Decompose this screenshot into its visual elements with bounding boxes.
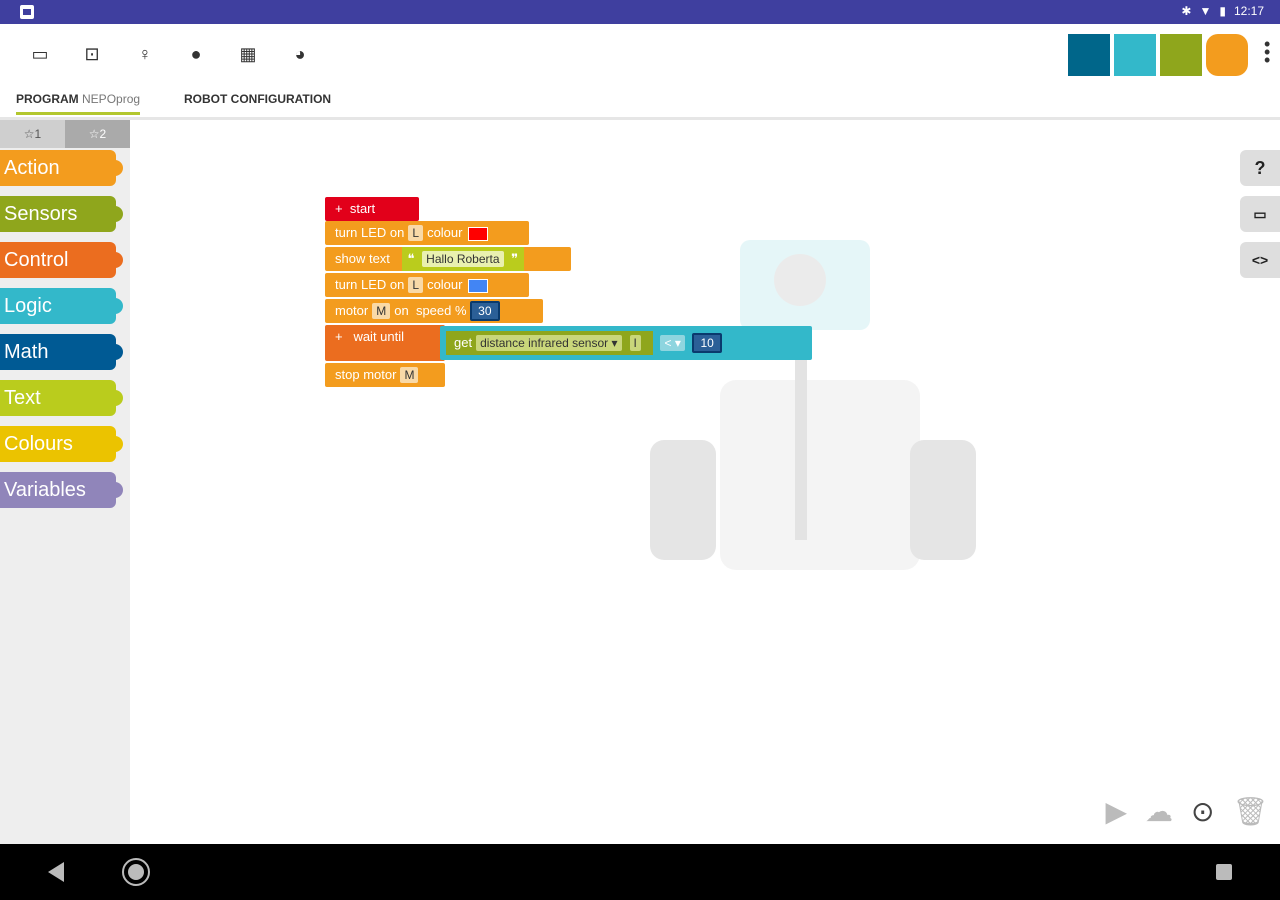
robot-icon[interactable]: ⊡ — [80, 42, 104, 66]
block-compare[interactable]: get distance infrared sensor ▾ I < ▾ 10 — [440, 326, 812, 360]
comment-button[interactable]: ▭ — [1240, 196, 1280, 232]
document-icon[interactable]: ▭ — [28, 42, 52, 66]
category-variables[interactable]: Variables — [0, 472, 123, 508]
level-one-tab[interactable]: ☆1 — [0, 120, 65, 148]
notification-icon — [20, 5, 34, 19]
category-text[interactable]: Text — [0, 380, 123, 416]
text-literal-value[interactable]: Hallo Roberta — [422, 251, 504, 267]
code-view-button[interactable]: <> — [1240, 242, 1280, 278]
recent-apps-icon[interactable] — [1216, 864, 1232, 880]
status-bar: ✱ ▼ ▮ 12:17 — [0, 0, 1280, 24]
top-toolbar: ▭ ⊡ ♀ ● ▦ ◕ • • • — [0, 24, 1280, 88]
nepo-logo — [1068, 34, 1248, 76]
category-math[interactable]: Math — [0, 334, 123, 370]
help-button[interactable]: ? — [1240, 150, 1280, 186]
stop-motor-port[interactable]: M — [400, 367, 419, 383]
block-motor-on[interactable]: motor Mon speed % 30 — [325, 299, 543, 323]
status-time: 12:17 — [1233, 4, 1264, 18]
logo-e — [1114, 34, 1156, 76]
tab-robot-configuration[interactable]: ROBOT CONFIGURATION — [184, 92, 331, 112]
android-nav-bar — [0, 844, 1280, 900]
block-start-label: start — [349, 201, 376, 216]
block-toolbox: ☆1 ☆2 Action Sensors Control Logic Math … — [0, 120, 130, 844]
block-stop-motor[interactable]: stop motor M — [325, 363, 445, 387]
tab-program[interactable]: PROGRAM NEPOprog — [16, 92, 141, 115]
language-icon[interactable]: ◕ — [288, 42, 312, 66]
block-wait-until[interactable]: + wait until — [325, 325, 445, 361]
bottom-tools: ▶ ☁ ⊙ 🗑 — [1105, 795, 1268, 828]
motor-label: motor — [335, 303, 369, 318]
sensor-dropdown-value: distance infrared sensor — [480, 336, 609, 350]
overflow-menu-icon[interactable]: • • • — [1264, 35, 1270, 69]
get-label: get — [454, 335, 473, 350]
logo-o — [1206, 34, 1248, 76]
led2-colour-swatch[interactable] — [468, 278, 489, 293]
sensor-dropdown[interactable]: distance infrared sensor ▾ — [476, 335, 622, 351]
level-tabs: ☆1 ☆2 — [0, 120, 130, 148]
wait-until-label: wait until — [353, 329, 405, 344]
robot-watermark-image — [650, 240, 976, 570]
tab-program-label: PROGRAM — [16, 92, 79, 106]
text-literal-block[interactable]: ❝ Hallo Roberta ❞ — [401, 247, 525, 271]
sensor-port[interactable]: I — [629, 335, 641, 351]
operator-value: < — [664, 336, 672, 350]
user-icon[interactable]: ● — [184, 42, 208, 66]
tab-program-name: NEPOprog — [82, 92, 141, 106]
block-turn-led-1[interactable]: turn LED on Lcolour — [325, 221, 529, 245]
led1-colour-label: colour — [427, 225, 463, 240]
led1-port[interactable]: L — [408, 225, 424, 241]
block-show-text[interactable]: show text ❝ Hallo Roberta ❞ — [325, 247, 571, 271]
status-icons: ✱ ▼ ▮ 12:17 — [1181, 4, 1264, 18]
block-turn-led-2[interactable]: turn LED on Lcolour — [325, 273, 529, 297]
editor-tabs: PROGRAM NEPOprog ROBOT CONFIGURATION — [0, 88, 1280, 120]
level-two-tab[interactable]: ☆2 — [65, 120, 130, 148]
compare-value[interactable]: 10 — [692, 333, 722, 353]
category-action[interactable]: Action — [0, 150, 123, 186]
zoom-icon[interactable]: ⊙ — [1191, 795, 1214, 828]
category-logic[interactable]: Logic — [0, 288, 123, 324]
category-sensors[interactable]: Sensors — [0, 196, 123, 232]
stop-label: stop — [335, 367, 360, 382]
cloud-upload-icon[interactable]: ☁ — [1145, 795, 1173, 828]
logo-p — [1160, 34, 1202, 76]
home-icon[interactable] — [122, 858, 150, 886]
operator-dropdown[interactable]: < ▾ — [660, 335, 685, 351]
stop-motor-label: motor — [363, 367, 397, 382]
led2-colour-label: colour — [427, 277, 463, 292]
wifi-icon: ▼ — [1199, 4, 1212, 18]
lightbulb-icon[interactable]: ♀ — [133, 42, 157, 66]
led1-label: turn LED on — [335, 225, 405, 240]
back-icon[interactable] — [48, 862, 64, 882]
trash-icon[interactable]: 🗑 — [1232, 795, 1268, 828]
bluetooth-icon: ✱ — [1181, 4, 1192, 18]
gallery-icon[interactable]: ▦ — [236, 42, 260, 66]
motor-speed-value[interactable]: 30 — [470, 301, 500, 321]
category-control[interactable]: Control — [0, 242, 123, 278]
led1-colour-swatch[interactable] — [468, 226, 489, 241]
show-text-label: show text — [335, 251, 390, 266]
led2-label: turn LED on — [335, 277, 405, 292]
motor-port[interactable]: M — [372, 303, 391, 319]
motor-speed-label: speed % — [415, 303, 467, 318]
motor-on-label: on — [394, 303, 409, 318]
block-start[interactable]: + start — [325, 197, 419, 221]
block-get-sensor[interactable]: get distance infrared sensor ▾ I — [446, 331, 653, 355]
led2-port[interactable]: L — [408, 277, 424, 293]
play-icon[interactable]: ▶ — [1105, 795, 1127, 828]
battery-icon: ▮ — [1219, 4, 1226, 18]
logo-n — [1068, 34, 1110, 76]
comment-icon: ▭ — [1253, 206, 1267, 222]
category-colours[interactable]: Colours — [0, 426, 123, 462]
blockly-workspace[interactable]: + start turn LED on Lcolour show text ❝ H… — [130, 120, 1280, 844]
